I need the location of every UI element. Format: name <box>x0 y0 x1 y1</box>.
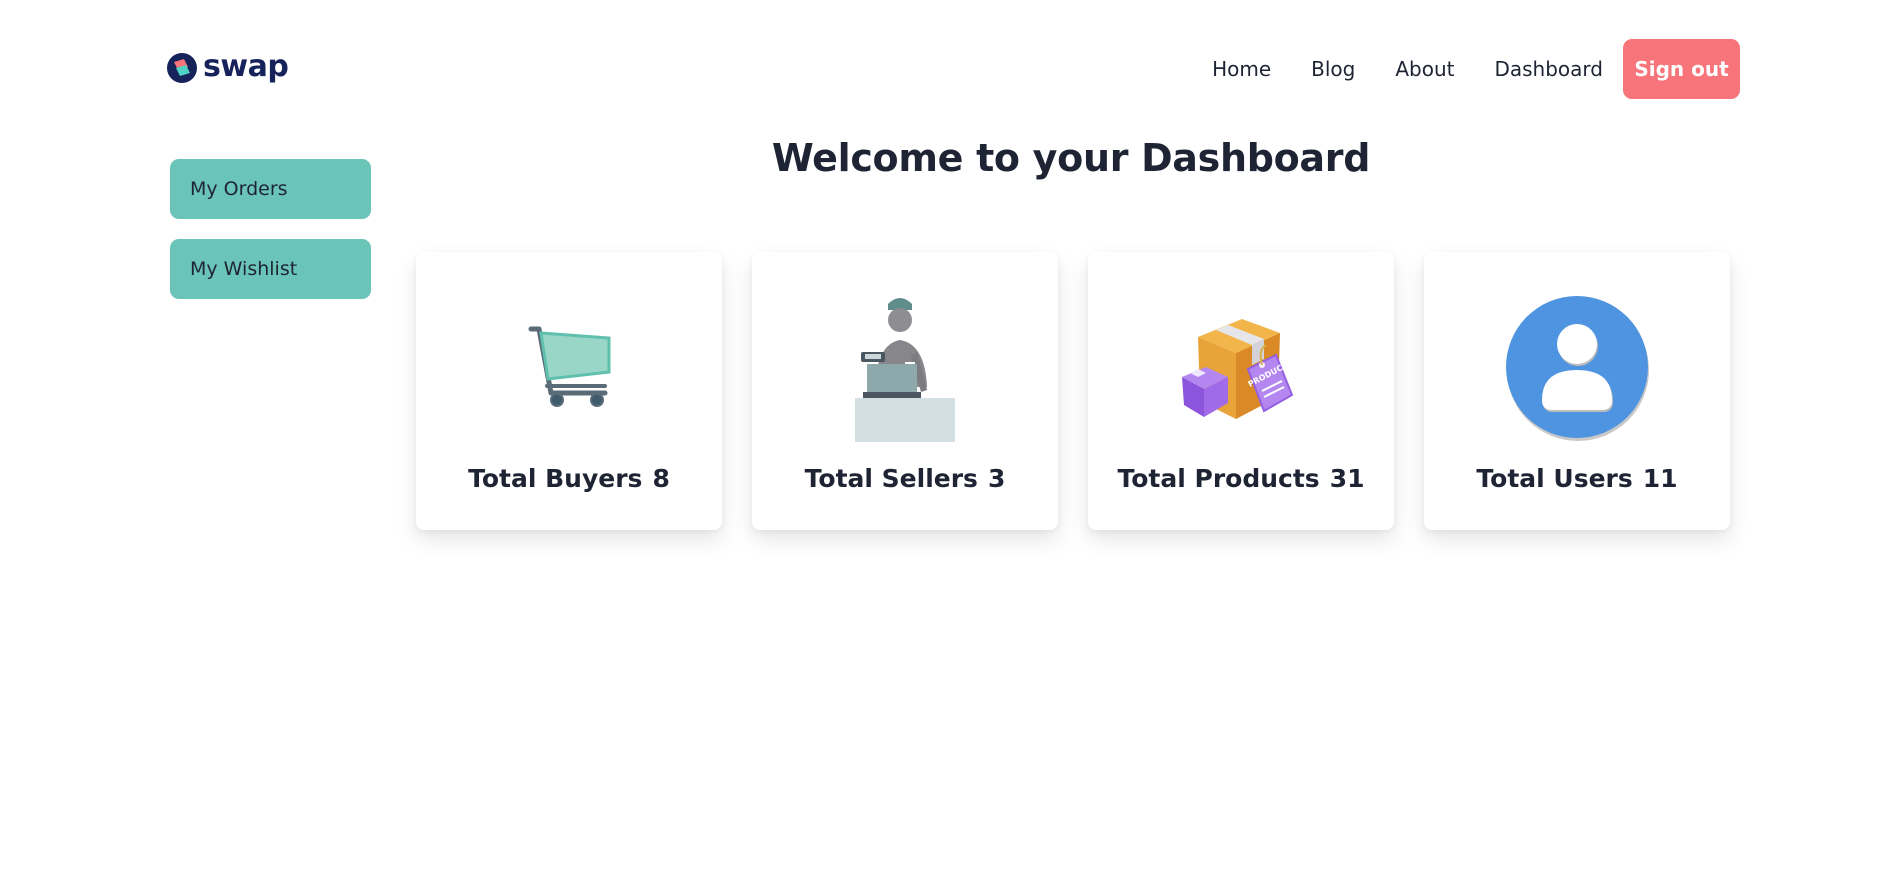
stat-sellers-value: 3 <box>987 464 1006 493</box>
stat-users-value: 11 <box>1642 464 1678 493</box>
cashier-icon <box>855 298 955 442</box>
stats-cards: Total Buyers 8 Total Sellers 3 PRODUCT T… <box>416 252 1730 530</box>
main-nav: Home Blog About Dashboard Sign out <box>1212 39 1740 99</box>
shopping-cart-icon <box>528 326 611 407</box>
stat-sellers-label: Total Sellers 3 <box>752 464 1058 493</box>
card-illustration <box>1424 292 1730 442</box>
stat-card-users: Total Users 11 <box>1424 252 1730 530</box>
card-illustration: PRODUCT <box>1088 292 1394 442</box>
stat-card-buyers: Total Buyers 8 <box>416 252 722 530</box>
my-wishlist-button[interactable]: My Wishlist <box>170 239 371 299</box>
stat-buyers-label: Total Buyers 8 <box>416 464 722 493</box>
stat-card-products: PRODUCT Total Products 31 <box>1088 252 1394 530</box>
stat-products-value: 31 <box>1329 464 1365 493</box>
swap-logo-icon <box>167 53 197 83</box>
dashboard-page: swap Home Blog About Dashboard Sign out … <box>0 0 1898 890</box>
sign-out-button[interactable]: Sign out <box>1623 39 1740 99</box>
nav-blog-link[interactable]: Blog <box>1311 39 1355 99</box>
nav-dashboard-link[interactable]: Dashboard <box>1494 39 1603 99</box>
nav-about-link[interactable]: About <box>1395 39 1454 99</box>
stat-sellers-title: Total Sellers <box>804 464 978 493</box>
stat-buyers-value: 8 <box>652 464 670 493</box>
product-box-icon: PRODUCT <box>1182 319 1294 419</box>
my-orders-button[interactable]: My Orders <box>170 159 371 219</box>
page-title: Welcome to your Dashboard <box>771 136 1371 180</box>
logo[interactable]: swap <box>167 48 289 84</box>
stat-buyers-title: Total Buyers <box>468 464 643 493</box>
card-illustration <box>752 292 1058 442</box>
user-avatar-icon <box>1506 296 1649 441</box>
stat-products-label: Total Products 31 <box>1088 464 1394 493</box>
stat-card-sellers: Total Sellers 3 <box>752 252 1058 530</box>
card-illustration <box>416 292 722 442</box>
stat-products-title: Total Products <box>1117 464 1320 493</box>
nav-home-link[interactable]: Home <box>1212 39 1271 99</box>
top-navbar: swap Home Blog About Dashboard Sign out <box>0 0 1898 140</box>
stat-users-label: Total Users 11 <box>1424 464 1730 493</box>
logo-text: swap <box>203 48 289 84</box>
sidebar: My Orders My Wishlist <box>170 159 371 299</box>
stat-users-title: Total Users <box>1476 464 1633 493</box>
